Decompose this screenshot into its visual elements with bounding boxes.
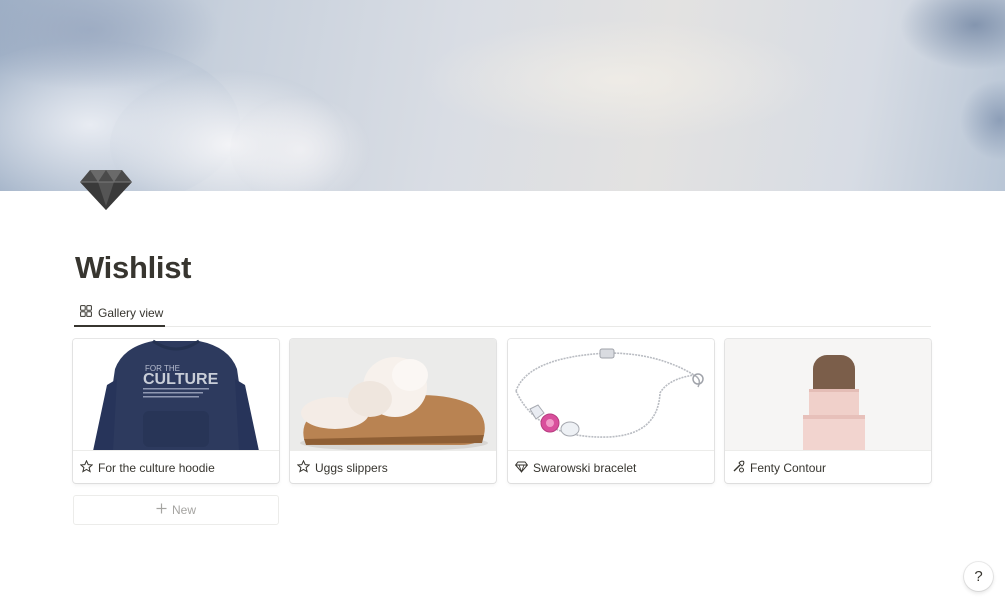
gallery-card[interactable]: Swarowski bracelet [508, 339, 714, 483]
cover-cloud [960, 80, 1005, 160]
new-card-button[interactable]: New [73, 495, 279, 525]
card-title-text: Fenty Contour [750, 460, 827, 475]
card-title: For the culture hoodie [73, 452, 279, 483]
page-title[interactable]: Wishlist [75, 250, 191, 286]
cover-cloud [900, 0, 1005, 70]
card-title: Uggs slippers [290, 452, 496, 483]
card-image [508, 339, 714, 451]
card-title-text: For the culture hoodie [98, 460, 215, 475]
cover-cloud [420, 20, 820, 140]
makeup-brush-icon [732, 460, 745, 476]
card-title: Swarowski bracelet [508, 452, 714, 483]
view-tabs: Gallery view [74, 300, 931, 327]
card-title-text: Uggs slippers [315, 460, 388, 475]
gallery-card[interactable]: Uggs slippers [290, 339, 496, 483]
cover-cloud [230, 95, 370, 191]
hoodie-print-line2: CULTURE [143, 371, 219, 388]
diamond-icon[interactable] [78, 166, 134, 212]
card-title: Fenty Contour [725, 452, 931, 483]
help-button[interactable]: ? [964, 562, 993, 591]
card-image [725, 339, 931, 451]
gallery-card[interactable]: Fenty Contour [725, 339, 931, 483]
tab-label: Gallery view [98, 305, 164, 320]
gallery-card[interactable]: FOR THE CULTURE For the culture hoodie [73, 339, 279, 483]
plus-icon [156, 503, 167, 517]
page-cover-image[interactable] [0, 0, 1005, 191]
star-icon [296, 459, 311, 476]
star-icon [79, 459, 94, 476]
card-image [290, 339, 496, 451]
new-button-label: New [171, 503, 196, 517]
gem-icon [514, 460, 529, 476]
gallery-grid-icon [80, 305, 92, 320]
tab-gallery-view[interactable]: Gallery view [74, 300, 165, 327]
card-image: FOR THE CULTURE [73, 339, 279, 451]
question-icon: ? [974, 568, 983, 585]
card-title-text: Swarowski bracelet [533, 460, 637, 475]
